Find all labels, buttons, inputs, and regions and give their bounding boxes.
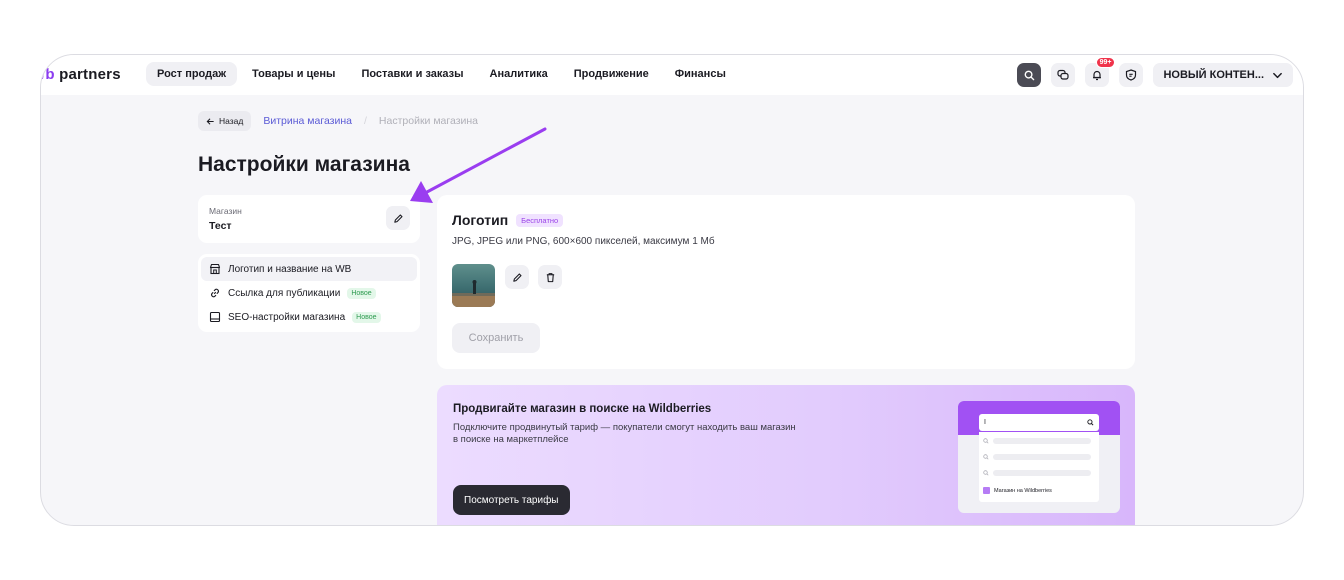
- main-nav: Рост продаж Товары и цены Поставки и зак…: [146, 62, 737, 86]
- seo-icon: [209, 311, 221, 323]
- new-badge: Новое: [352, 311, 381, 323]
- nav-item-products-prices[interactable]: Товары и цены: [241, 62, 346, 86]
- search-icon: [1024, 70, 1035, 80]
- account-name: НОВЫЙ КОНТЕН...: [1163, 69, 1264, 81]
- link-icon: [211, 288, 219, 298]
- preview-suggestions-list: Магазин на Wildberries: [979, 432, 1099, 502]
- store-card: Магазин Тест: [198, 195, 420, 243]
- preview-search-field: I: [979, 414, 1099, 431]
- search-icon: [1087, 419, 1094, 426]
- settings-menu: Логотип и название на WB Ссылка для публ…: [198, 254, 420, 332]
- notifications-count-badge: 99+: [1095, 57, 1116, 68]
- bell-icon: [1093, 70, 1102, 81]
- preview-store-result-label: Магазин на Wildberries: [994, 487, 1052, 494]
- pencil-icon: [393, 213, 403, 223]
- new-badge: Новое: [347, 287, 376, 299]
- page-title: Настройки магазина: [198, 153, 410, 176]
- pencil-icon: [512, 272, 522, 282]
- arrow-left-icon: [206, 117, 214, 125]
- edit-store-name-button[interactable]: [386, 206, 410, 230]
- logo-settings-card: Логотип Бесплатно JPG, JPEG или PNG, 600…: [437, 195, 1135, 369]
- breadcrumb: Назад Витрина магазина / Настройки магаз…: [198, 111, 478, 131]
- menu-item-seo-settings[interactable]: SEO-настройки магазина Новое: [201, 305, 417, 329]
- store-label: Магазин: [209, 206, 242, 216]
- support-button[interactable]: [1119, 63, 1144, 87]
- nav-item-analytics[interactable]: Аналитика: [479, 62, 559, 86]
- logo-card-title: Логотип: [452, 212, 509, 228]
- menu-item-label: Ссылка для публикации: [228, 287, 341, 299]
- view-tariffs-button[interactable]: Посмотреть тарифы: [453, 485, 570, 515]
- preview-suggestion-row: [983, 469, 1091, 477]
- logo-mark: /b: [41, 66, 55, 83]
- breadcrumb-parent-link[interactable]: Витрина магазина: [263, 115, 352, 127]
- search-icon: [983, 454, 989, 460]
- menu-item-publication-link[interactable]: Ссылка для публикации Новое: [201, 281, 417, 305]
- top-navigation-bar: /b partners Рост продаж Товары и цены По…: [41, 55, 1303, 95]
- nav-item-sales-growth[interactable]: Рост продаж: [146, 62, 238, 86]
- preview-placeholder-bar: [993, 470, 1091, 476]
- chat-icon: [1057, 69, 1070, 80]
- logo-card-title-row: Логотип Бесплатно: [452, 212, 564, 228]
- preview-suggestion-row: [983, 453, 1091, 461]
- back-button-label: Назад: [219, 116, 244, 126]
- menu-item-label: SEO-настройки магазина: [228, 311, 346, 323]
- store-square-icon: [983, 487, 990, 494]
- partners-logo[interactable]: /b partners: [41, 66, 121, 83]
- chevron-down-icon: [1273, 72, 1282, 78]
- free-badge: Бесплатно: [516, 213, 564, 227]
- edit-logo-button[interactable]: [505, 265, 529, 289]
- promo-banner: Продвигайте магазин в поиске на Wildberr…: [437, 385, 1135, 525]
- menu-item-label: Логотип и название на WB: [228, 263, 352, 275]
- preview-store-result: Магазин на Wildberries: [983, 487, 1052, 494]
- menu-item-logo-name[interactable]: Логотип и название на WB: [201, 257, 417, 281]
- search-button[interactable]: [1017, 63, 1042, 87]
- trash-icon: [546, 272, 554, 282]
- back-button[interactable]: Назад: [198, 111, 252, 131]
- account-selector[interactable]: НОВЫЙ КОНТЕН...: [1153, 63, 1293, 87]
- delete-logo-button[interactable]: [538, 265, 562, 289]
- header-actions: 99+ НОВЫЙ КОНТЕН...: [1017, 57, 1293, 87]
- search-icon: [983, 470, 989, 476]
- preview-search-value: I: [984, 419, 986, 426]
- store-icon: [209, 263, 221, 275]
- search-preview-illustration: I Магазин на Wildberries: [958, 401, 1120, 513]
- notifications-button[interactable]: 99+: [1085, 57, 1116, 87]
- logo-requirements: JPG, JPEG или PNG, 600×600 пикселей, мак…: [452, 236, 715, 247]
- preview-placeholder-bar: [993, 454, 1091, 460]
- shield-chat-icon: [1126, 69, 1137, 81]
- nav-item-finance[interactable]: Финансы: [664, 62, 737, 86]
- logo-thumbnail: [452, 264, 495, 307]
- store-name: Тест: [209, 220, 232, 232]
- preview-suggestion-row: [983, 437, 1091, 445]
- promo-title: Продвигайте магазин в поиске на Wildberr…: [453, 403, 712, 415]
- nav-item-supplies-orders[interactable]: Поставки и заказы: [350, 62, 474, 86]
- search-icon: [983, 438, 989, 444]
- breadcrumb-separator: /: [364, 115, 367, 127]
- app-window: /b partners Рост продаж Товары и цены По…: [40, 54, 1304, 526]
- chat-button[interactable]: [1051, 63, 1076, 87]
- save-button[interactable]: Сохранить: [452, 323, 540, 353]
- preview-placeholder-bar: [993, 438, 1091, 444]
- breadcrumb-current: Настройки магазина: [378, 115, 479, 127]
- logo-text: partners: [59, 66, 121, 83]
- promo-description: Подключите продвинутый тариф — покупател…: [453, 422, 796, 445]
- nav-item-promotion[interactable]: Продвижение: [563, 62, 660, 86]
